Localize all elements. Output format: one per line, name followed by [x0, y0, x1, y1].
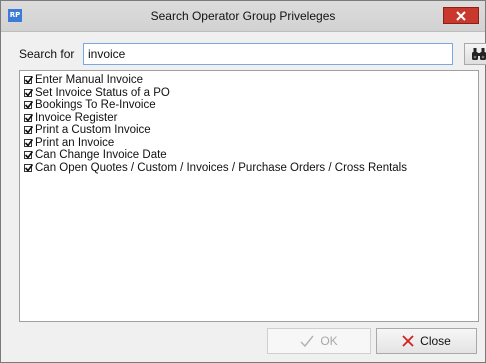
result-label: Print an Invoice [35, 136, 115, 149]
close-button[interactable]: Close [376, 328, 477, 354]
search-privileges-dialog: RP Search Operator Group Priveleges Sear… [0, 0, 486, 363]
result-item[interactable]: Enter Manual Invoice [20, 74, 478, 87]
result-checkbox[interactable] [24, 151, 34, 159]
result-checkbox[interactable] [24, 113, 34, 122]
results-list[interactable]: Enter Manual Invoice Set Invoice Status o… [19, 70, 479, 322]
checkmark-icon [300, 335, 314, 347]
result-checkbox[interactable] [24, 101, 34, 109]
result-checkbox[interactable] [24, 88, 34, 97]
find-button[interactable] [464, 43, 486, 65]
result-label: Can Open Quotes / Custom / Invoices / Pu… [35, 161, 407, 174]
checkmark-icon [24, 88, 34, 97]
checkmark-icon [24, 101, 34, 109]
result-label: Set Invoice Status of a PO [35, 86, 170, 99]
checkmark-icon [24, 126, 34, 134]
search-row: Search for [19, 43, 486, 67]
result-checkbox[interactable] [24, 76, 34, 84]
result-label: Enter Manual Invoice [35, 74, 144, 86]
search-input[interactable] [83, 43, 453, 65]
result-label: Bookings To Re-Invoice [35, 99, 156, 111]
result-item[interactable]: Invoice Register [20, 112, 478, 125]
result-item[interactable]: Print a Custom Invoice [20, 124, 478, 137]
result-item[interactable]: Bookings To Re-Invoice [20, 99, 478, 112]
ok-button[interactable]: OK [267, 328, 371, 354]
result-checkbox[interactable] [24, 163, 34, 172]
x-icon [402, 335, 414, 347]
close-icon [456, 11, 466, 21]
close-label: Close [420, 334, 451, 348]
ok-label: OK [320, 334, 338, 348]
checkmark-icon [24, 151, 34, 159]
result-label: Invoice Register [35, 111, 118, 124]
result-checkbox[interactable] [24, 138, 34, 147]
binoculars-icon [472, 48, 486, 60]
title-bar: RP Search Operator Group Priveleges [1, 1, 485, 32]
result-label: Print a Custom Invoice [35, 124, 151, 136]
window-close-button[interactable] [443, 7, 479, 24]
checkmark-icon [24, 76, 34, 84]
checkmark-icon [24, 138, 34, 147]
result-item[interactable]: Set Invoice Status of a PO [20, 87, 478, 100]
result-label: Can Change Invoice Date [35, 149, 167, 161]
result-item[interactable]: Can Open Quotes / Custom / Invoices / Pu… [20, 162, 478, 175]
result-checkbox[interactable] [24, 126, 34, 134]
checkmark-icon [24, 113, 34, 122]
checkmark-icon [24, 163, 34, 172]
result-item[interactable]: Can Change Invoice Date [20, 149, 478, 162]
result-item[interactable]: Print an Invoice [20, 137, 478, 150]
search-label: Search for [19, 47, 75, 61]
window-title: Search Operator Group Priveleges [150, 9, 336, 23]
